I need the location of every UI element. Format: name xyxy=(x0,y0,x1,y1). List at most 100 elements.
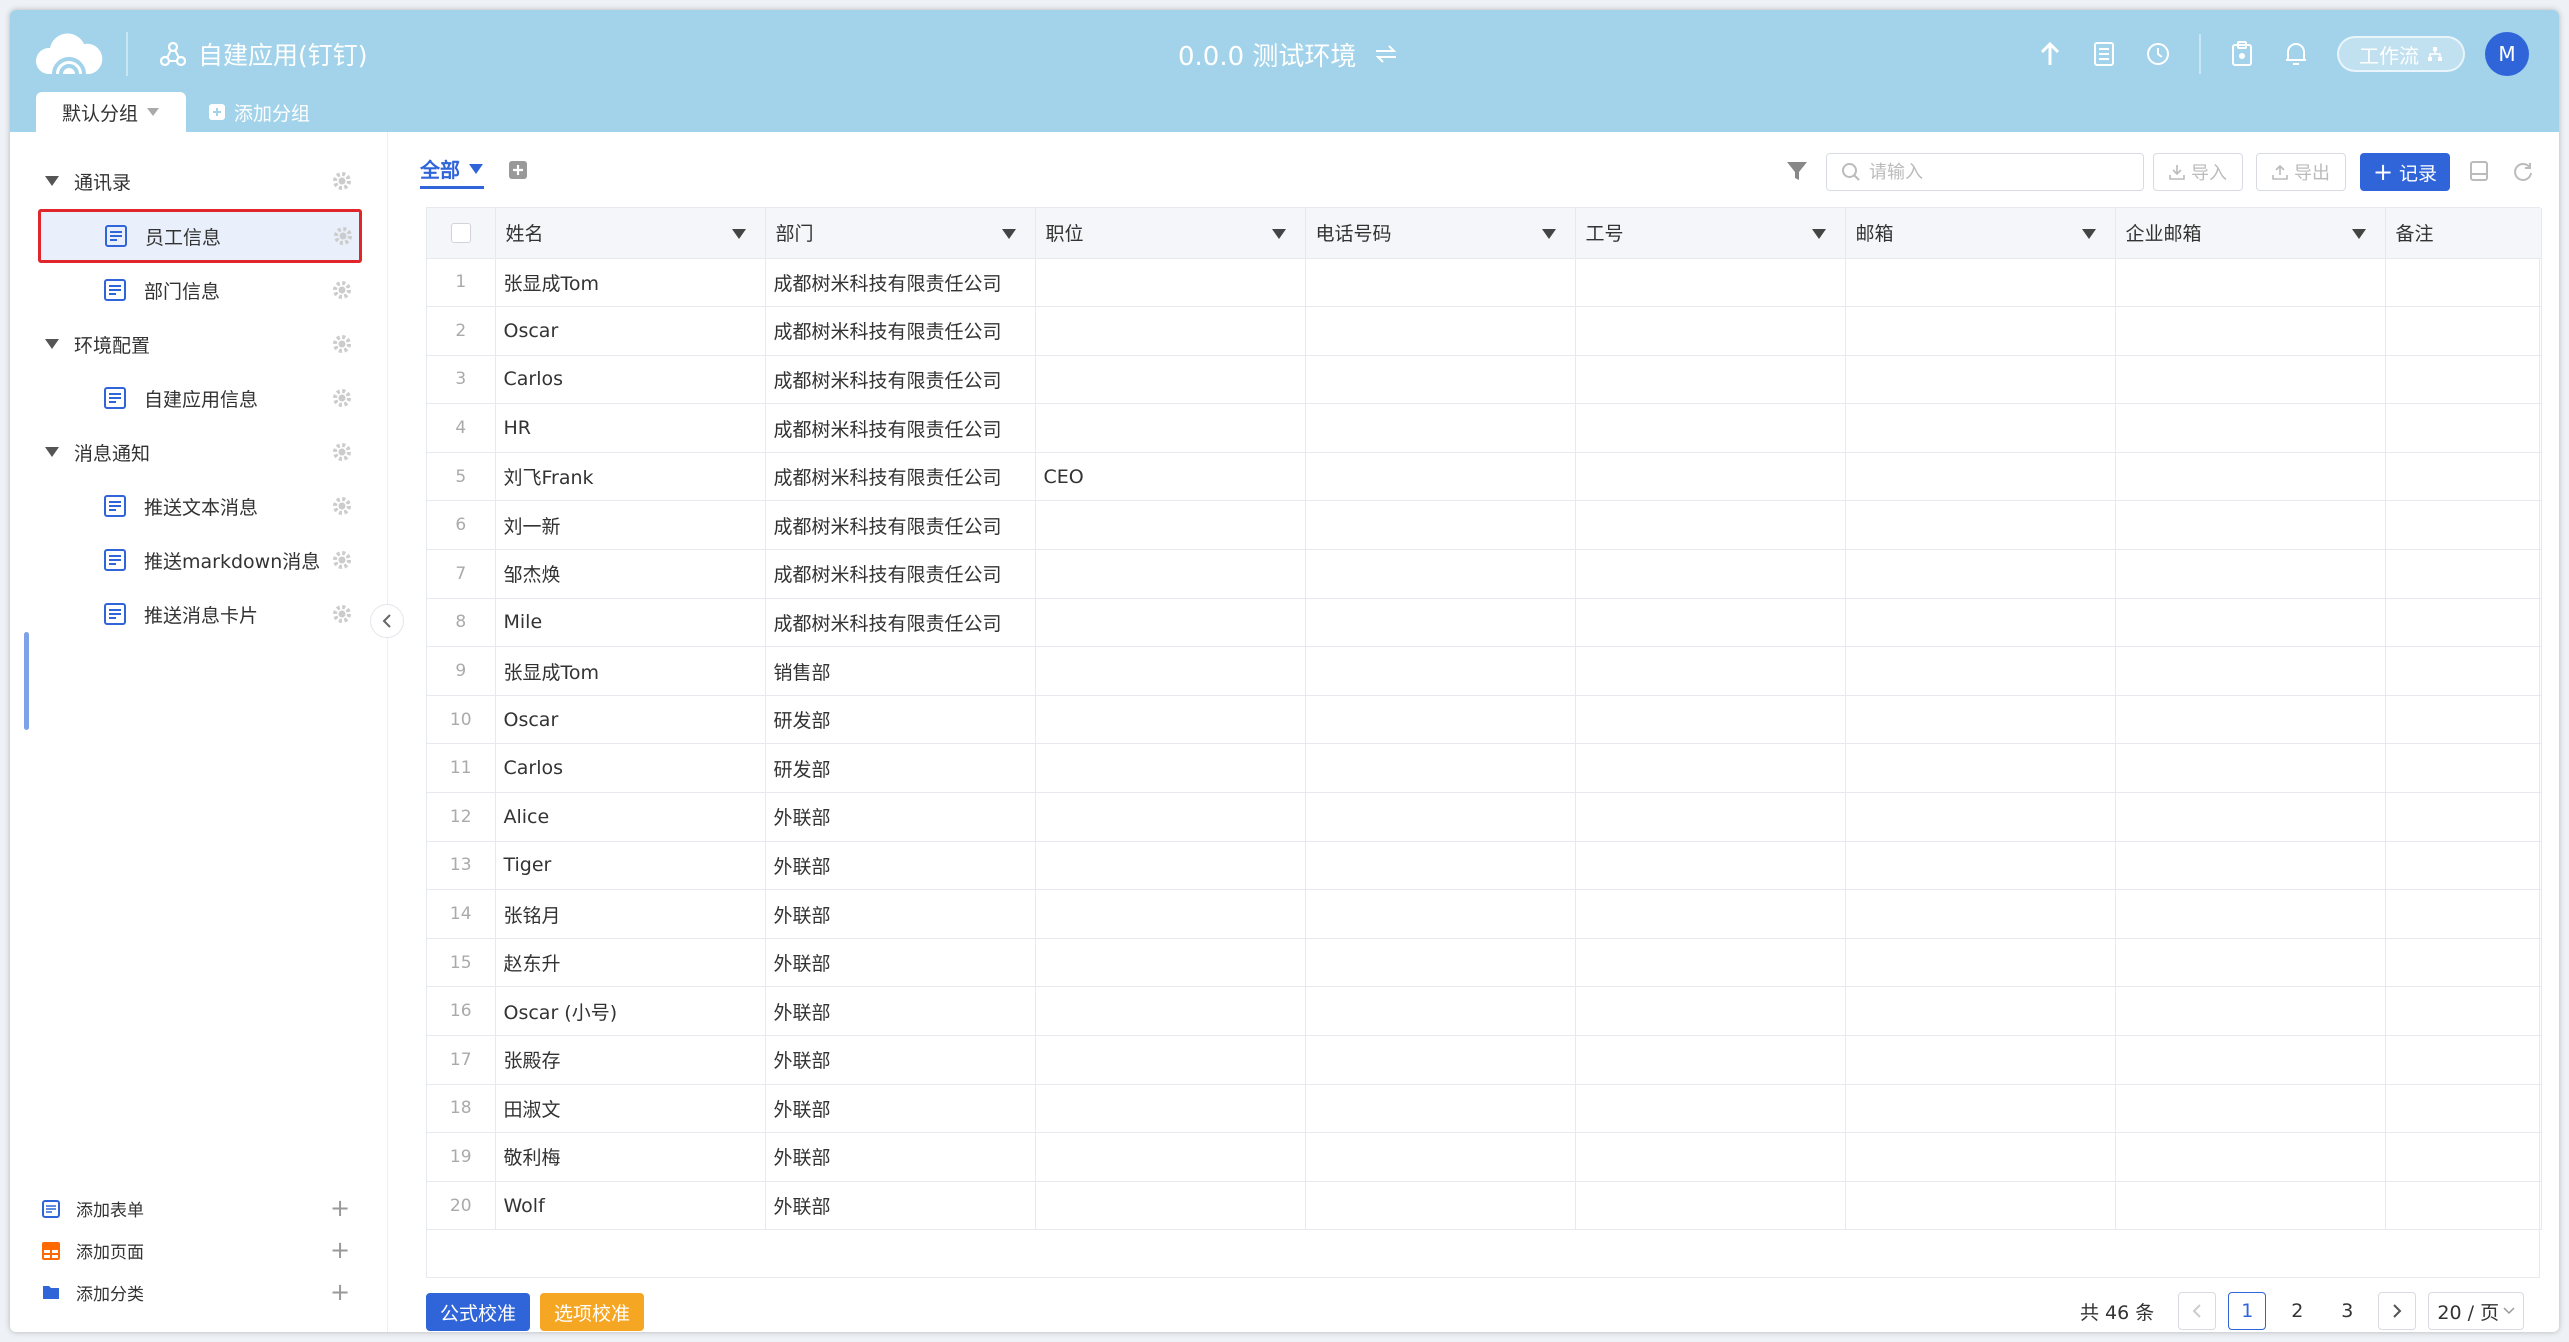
swap-icon[interactable] xyxy=(1374,44,1398,64)
employee-id-cell[interactable] xyxy=(1575,1132,1846,1182)
position-cell[interactable] xyxy=(1035,646,1306,696)
employee-id-cell[interactable] xyxy=(1575,549,1846,599)
position-cell[interactable] xyxy=(1035,743,1306,794)
table-row[interactable]: 13 Tiger 外联部 xyxy=(427,841,2542,891)
user-avatar[interactable]: M xyxy=(2485,32,2529,76)
department-cell[interactable]: 成都树米科技有限责任公司 xyxy=(765,306,1036,356)
remarks-cell[interactable] xyxy=(2385,403,2542,453)
remarks-cell[interactable] xyxy=(2385,889,2542,939)
publish-button[interactable] xyxy=(2023,30,2077,78)
row-number-cell[interactable]: 11 xyxy=(427,743,496,794)
row-number-cell[interactable]: 7 xyxy=(427,549,496,599)
caret-down-icon[interactable] xyxy=(1001,228,1017,240)
email-cell[interactable] xyxy=(1845,500,2116,551)
department-cell[interactable]: 销售部 xyxy=(765,646,1036,696)
position-cell[interactable] xyxy=(1035,306,1306,356)
sidebar-group-contacts[interactable]: 通讯录 xyxy=(10,154,388,208)
email-cell[interactable] xyxy=(1845,889,2116,939)
row-number-cell[interactable]: 2 xyxy=(427,306,496,356)
position-cell[interactable] xyxy=(1035,841,1306,891)
department-cell[interactable]: 成都树米科技有限责任公司 xyxy=(765,598,1036,648)
name-cell[interactable]: Tiger xyxy=(495,841,766,891)
department-cell[interactable]: 外联部 xyxy=(765,1035,1036,1085)
row-number-cell[interactable]: 17 xyxy=(427,1035,496,1085)
department-cell[interactable]: 外联部 xyxy=(765,1084,1036,1134)
workflow-button[interactable]: 工作流 xyxy=(2337,36,2465,72)
email-cell[interactable] xyxy=(1845,1035,2116,1085)
search-input[interactable] xyxy=(1869,161,2119,183)
remarks-cell[interactable] xyxy=(2385,306,2542,356)
position-cell[interactable] xyxy=(1035,889,1306,939)
phone-cell[interactable] xyxy=(1305,889,1576,939)
column-header-remarks[interactable]: 备注 xyxy=(2385,208,2542,259)
email-cell[interactable] xyxy=(1845,1132,2116,1182)
name-cell[interactable]: Carlos xyxy=(495,355,766,405)
enterprise-email-cell[interactable] xyxy=(2115,598,2386,648)
phone-cell[interactable] xyxy=(1305,355,1576,405)
table-row[interactable]: 18 田淑文 外联部 xyxy=(427,1084,2542,1134)
email-cell[interactable] xyxy=(1845,452,2116,502)
collapse-sidebar-button[interactable] xyxy=(370,604,404,638)
remarks-cell[interactable] xyxy=(2385,743,2542,794)
department-cell[interactable]: 成都树米科技有限责任公司 xyxy=(765,500,1036,551)
add-form-button[interactable]: 添加表单 + xyxy=(10,1187,388,1229)
add-category-button[interactable]: 添加分类 + xyxy=(10,1271,388,1313)
position-cell[interactable] xyxy=(1035,1132,1306,1182)
email-cell[interactable] xyxy=(1845,355,2116,405)
document-button[interactable] xyxy=(2077,30,2131,78)
table-row[interactable]: 9 张显成Tom 销售部 xyxy=(427,646,2542,696)
name-cell[interactable]: 张显成Tom xyxy=(495,646,766,696)
position-cell[interactable] xyxy=(1035,1084,1306,1134)
enterprise-email-cell[interactable] xyxy=(2115,841,2386,891)
table-row[interactable]: 14 张铭月 外联部 xyxy=(427,889,2542,939)
row-number-cell[interactable]: 1 xyxy=(427,258,496,308)
email-cell[interactable] xyxy=(1845,743,2116,794)
row-number-cell[interactable]: 19 xyxy=(427,1132,496,1182)
name-cell[interactable]: 田淑文 xyxy=(495,1084,766,1134)
table-row[interactable]: 7 邹杰焕 成都树米科技有限责任公司 xyxy=(427,549,2542,599)
remarks-cell[interactable] xyxy=(2385,646,2542,696)
department-cell[interactable]: 外联部 xyxy=(765,841,1036,891)
add-record-button[interactable]: + 记录 xyxy=(2360,153,2450,191)
employee-id-cell[interactable] xyxy=(1575,403,1846,453)
employee-id-cell[interactable] xyxy=(1575,938,1846,988)
table-row[interactable]: 16 Oscar (小号) 外联部 xyxy=(427,986,2542,1036)
sidebar-item-push-markdown[interactable]: 推送markdown消息 xyxy=(10,533,388,587)
position-cell[interactable] xyxy=(1035,986,1306,1036)
employee-id-cell[interactable] xyxy=(1575,598,1846,648)
column-header-enterprise-email[interactable]: 企业邮箱 xyxy=(2115,208,2386,259)
column-header-email[interactable]: 邮箱 xyxy=(1845,208,2116,259)
environment-switcher[interactable]: 0.0.0 测试环境 xyxy=(1178,32,1398,76)
remarks-cell[interactable] xyxy=(2385,986,2542,1036)
position-cell[interactable] xyxy=(1035,792,1306,842)
employee-id-cell[interactable] xyxy=(1575,1084,1846,1134)
column-header-position[interactable]: 职位 xyxy=(1035,208,1306,259)
formula-check-button[interactable]: 公式校准 xyxy=(426,1293,530,1331)
email-cell[interactable] xyxy=(1845,986,2116,1036)
page-1-button[interactable]: 1 xyxy=(2228,1292,2267,1330)
gear-icon[interactable] xyxy=(332,280,352,300)
department-cell[interactable]: 外联部 xyxy=(765,938,1036,988)
enterprise-email-cell[interactable] xyxy=(2115,792,2386,842)
option-check-button[interactable]: 选项校准 xyxy=(540,1293,644,1331)
position-cell[interactable] xyxy=(1035,598,1306,648)
sidebar-item-push-card[interactable]: 推送消息卡片 xyxy=(10,587,388,641)
enterprise-email-cell[interactable] xyxy=(2115,889,2386,939)
table-row[interactable]: 11 Carlos 研发部 xyxy=(427,743,2542,794)
email-cell[interactable] xyxy=(1845,646,2116,696)
name-cell[interactable]: Wolf xyxy=(495,1181,766,1231)
phone-cell[interactable] xyxy=(1305,841,1576,891)
phone-cell[interactable] xyxy=(1305,1084,1576,1134)
refresh-icon[interactable] xyxy=(2512,160,2534,182)
table-row[interactable]: 10 Oscar 研发部 xyxy=(427,695,2542,745)
phone-cell[interactable] xyxy=(1305,1035,1576,1085)
row-number-cell[interactable]: 18 xyxy=(427,1084,496,1134)
caret-down-icon[interactable] xyxy=(2081,228,2097,240)
table-row[interactable]: 19 敬利梅 外联部 xyxy=(427,1132,2542,1182)
gear-icon[interactable] xyxy=(332,496,352,516)
phone-cell[interactable] xyxy=(1305,549,1576,599)
phone-cell[interactable] xyxy=(1305,306,1576,356)
position-cell[interactable] xyxy=(1035,355,1306,405)
row-number-cell[interactable]: 3 xyxy=(427,355,496,405)
phone-cell[interactable] xyxy=(1305,792,1576,842)
